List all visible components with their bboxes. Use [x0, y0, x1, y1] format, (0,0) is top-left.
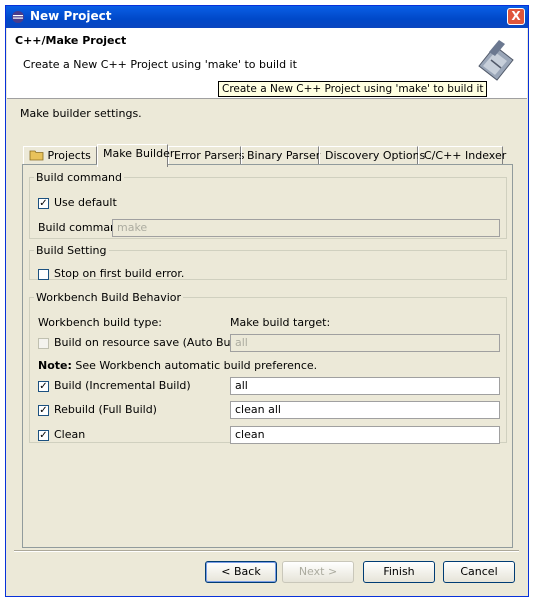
auto-build-target-field[interactable]: all: [230, 334, 500, 352]
build-command-field[interactable]: make: [112, 219, 500, 237]
build-setting-group: Build Setting Stop on first build error.: [29, 244, 507, 280]
use-default-checkbox[interactable]: ✓: [38, 198, 49, 209]
incremental-build-target-field[interactable]: all: [230, 377, 500, 395]
back-button[interactable]: < Back: [205, 561, 277, 583]
close-icon: X: [511, 9, 521, 23]
build-target-header: Make build target:: [230, 316, 331, 329]
tab-make-builder[interactable]: Make Builder: [97, 144, 174, 167]
auto-build-label: Build on resource save (Auto Build): [54, 336, 248, 349]
full-build-label: Rebuild (Full Build): [54, 403, 157, 416]
stop-on-error-label: Stop on first build error.: [54, 267, 185, 280]
tab-label: Error Parsers: [174, 149, 245, 162]
back-button-label: < Back: [221, 565, 261, 578]
tab-label: Discovery Options: [325, 149, 426, 162]
clean-checkbox[interactable]: ✓: [38, 430, 49, 441]
wizard-description: Create a New C++ Project using 'make' to…: [23, 58, 297, 71]
tab-binary-parser[interactable]: Binary Parser: [241, 146, 321, 165]
folder-icon: [29, 150, 44, 161]
make-builder-panel: Build command ✓ Use default Build comman…: [22, 164, 513, 548]
use-default-label: Use default: [54, 196, 117, 209]
workbench-note: Note: See Workbench automatic build pref…: [38, 359, 317, 372]
note-text: See Workbench automatic build preference…: [71, 359, 318, 372]
next-button-label: Next >: [298, 565, 338, 578]
stop-on-error-checkbox[interactable]: [38, 269, 49, 280]
window-title: New Project: [30, 9, 112, 23]
button-separator: [14, 550, 519, 552]
cancel-button[interactable]: Cancel: [443, 561, 515, 583]
workbench-behavior-group: Workbench Build Behavior Workbench build…: [29, 291, 507, 444]
incremental-build-checkbox[interactable]: ✓: [38, 381, 49, 392]
page-subtitle: Make builder settings.: [20, 107, 142, 120]
tab-discovery-options[interactable]: Discovery Options: [319, 146, 425, 165]
banner-tooltip: Create a New C++ Project using 'make' to…: [218, 81, 488, 97]
build-type-header: Workbench build type:: [38, 316, 162, 329]
tab-label: Projects: [47, 149, 91, 162]
cancel-button-label: Cancel: [460, 565, 498, 578]
next-button[interactable]: Next >: [282, 561, 354, 583]
auto-build-checkbox[interactable]: [38, 338, 49, 349]
group-legend: Workbench Build Behavior: [36, 291, 182, 304]
title-bar[interactable]: New Project X: [6, 6, 528, 28]
tab-label: Binary Parser: [247, 149, 321, 162]
tab-projects[interactable]: Projects: [23, 146, 97, 165]
build-command-group: Build command ✓ Use default Build comman…: [29, 171, 507, 239]
eclipse-icon: [12, 11, 24, 23]
group-legend: Build command: [36, 171, 123, 184]
clean-target-field[interactable]: clean: [230, 426, 500, 444]
group-legend: Build Setting: [36, 244, 107, 257]
full-build-target-field[interactable]: clean all: [230, 401, 500, 419]
tab-label: C/C++ Indexer: [424, 149, 507, 162]
close-button[interactable]: X: [507, 8, 525, 25]
finish-button[interactable]: Finish: [363, 561, 435, 583]
incremental-build-label: Build (Incremental Build): [54, 379, 191, 392]
tab-error-parsers[interactable]: Error Parsers: [168, 146, 245, 165]
full-build-checkbox[interactable]: ✓: [38, 405, 49, 416]
tab-label: Make Builder: [103, 147, 175, 160]
tab-cpp-indexer[interactable]: C/C++ Indexer: [418, 146, 507, 165]
wizard-heading: C++/Make Project: [15, 34, 127, 47]
note-label: Note:: [38, 359, 72, 372]
finish-button-label: Finish: [383, 565, 415, 578]
clean-label: Clean: [54, 428, 86, 441]
